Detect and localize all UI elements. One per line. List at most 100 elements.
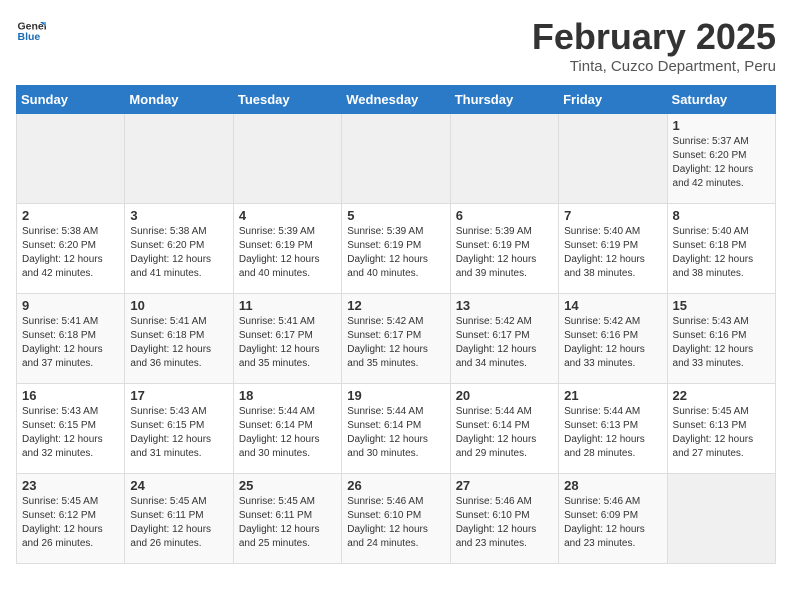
main-title: February 2025: [532, 16, 776, 58]
day-info: Sunrise: 5:43 AM Sunset: 6:15 PM Dayligh…: [130, 405, 227, 461]
day-info: Sunrise: 5:38 AM Sunset: 6:20 PM Dayligh…: [22, 225, 119, 281]
day-info: Sunrise: 5:40 AM Sunset: 6:19 PM Dayligh…: [564, 225, 661, 281]
calendar-table: SundayMondayTuesdayWednesdayThursdayFrid…: [16, 85, 776, 564]
day-info: Sunrise: 5:45 AM Sunset: 6:12 PM Dayligh…: [22, 495, 119, 551]
calendar-cell: 14 Sunrise: 5:42 AM Sunset: 6:16 PM Dayli…: [559, 294, 667, 384]
calendar-cell: 21 Sunrise: 5:44 AM Sunset: 6:13 PM Dayli…: [559, 384, 667, 474]
calendar-cell: 26 Sunrise: 5:46 AM Sunset: 6:10 PM Dayli…: [342, 474, 450, 564]
day-number: 4: [239, 208, 336, 223]
day-number: 7: [564, 208, 661, 223]
calendar-cell: [559, 114, 667, 204]
week-row-2: 2 Sunrise: 5:38 AM Sunset: 6:20 PM Daylig…: [17, 204, 776, 294]
svg-text:Blue: Blue: [18, 31, 41, 43]
calendar-cell: 15 Sunrise: 5:43 AM Sunset: 6:16 PM Dayli…: [667, 294, 775, 384]
calendar-cell: 18 Sunrise: 5:44 AM Sunset: 6:14 PM Dayli…: [233, 384, 341, 474]
day-info: Sunrise: 5:46 AM Sunset: 6:10 PM Dayligh…: [347, 495, 444, 551]
day-number: 22: [673, 388, 770, 403]
week-row-4: 16Sunrise: 5:43 AM Sunset: 6:15 PM Dayli…: [17, 384, 776, 474]
day-info: Sunrise: 5:41 AM Sunset: 6:18 PM Dayligh…: [22, 315, 119, 371]
header-wednesday: Wednesday: [342, 86, 450, 114]
calendar-cell: 9 Sunrise: 5:41 AM Sunset: 6:18 PM Daylig…: [17, 294, 125, 384]
calendar-header-row: SundayMondayTuesdayWednesdayThursdayFrid…: [17, 86, 776, 114]
calendar-cell: 25Sunrise: 5:45 AM Sunset: 6:11 PM Dayli…: [233, 474, 341, 564]
week-row-3: 9 Sunrise: 5:41 AM Sunset: 6:18 PM Daylig…: [17, 294, 776, 384]
day-info: Sunrise: 5:41 AM Sunset: 6:17 PM Dayligh…: [239, 315, 336, 371]
day-info: Sunrise: 5:39 AM Sunset: 6:19 PM Dayligh…: [347, 225, 444, 281]
day-number: 20: [456, 388, 553, 403]
calendar-cell: [450, 114, 558, 204]
day-number: 2: [22, 208, 119, 223]
title-area: February 2025 Tinta, Cuzco Department, P…: [532, 16, 776, 75]
page-header: General Blue February 2025 Tinta, Cuzco …: [16, 16, 776, 75]
calendar-cell: 5Sunrise: 5:39 AM Sunset: 6:19 PM Daylig…: [342, 204, 450, 294]
day-info: Sunrise: 5:41 AM Sunset: 6:18 PM Dayligh…: [130, 315, 227, 371]
calendar-cell: 11 Sunrise: 5:41 AM Sunset: 6:17 PM Dayli…: [233, 294, 341, 384]
day-number: 27: [456, 478, 553, 493]
day-number: 11: [239, 298, 336, 313]
day-number: 24: [130, 478, 227, 493]
day-info: Sunrise: 5:40 AM Sunset: 6:18 PM Dayligh…: [673, 225, 770, 281]
calendar-cell: [233, 114, 341, 204]
day-number: 15: [673, 298, 770, 313]
day-info: Sunrise: 5:44 AM Sunset: 6:14 PM Dayligh…: [347, 405, 444, 461]
day-info: Sunrise: 5:38 AM Sunset: 6:20 PM Dayligh…: [130, 225, 227, 281]
calendar-cell: 28Sunrise: 5:46 AM Sunset: 6:09 PM Dayli…: [559, 474, 667, 564]
calendar-cell: 13Sunrise: 5:42 AM Sunset: 6:17 PM Dayli…: [450, 294, 558, 384]
calendar-cell: 7 Sunrise: 5:40 AM Sunset: 6:19 PM Daylig…: [559, 204, 667, 294]
header-thursday: Thursday: [450, 86, 558, 114]
day-number: 12: [347, 298, 444, 313]
day-number: 23: [22, 478, 119, 493]
header-sunday: Sunday: [17, 86, 125, 114]
calendar-cell: 20 Sunrise: 5:44 AM Sunset: 6:14 PM Dayli…: [450, 384, 558, 474]
week-row-5: 23 Sunrise: 5:45 AM Sunset: 6:12 PM Dayli…: [17, 474, 776, 564]
day-info: Sunrise: 5:37 AM Sunset: 6:20 PM Dayligh…: [673, 135, 770, 191]
day-number: 8: [673, 208, 770, 223]
day-info: Sunrise: 5:42 AM Sunset: 6:16 PM Dayligh…: [564, 315, 661, 371]
calendar-cell: 12 Sunrise: 5:42 AM Sunset: 6:17 PM Dayli…: [342, 294, 450, 384]
calendar-cell: 3 Sunrise: 5:38 AM Sunset: 6:20 PM Daylig…: [125, 204, 233, 294]
day-number: 18: [239, 388, 336, 403]
day-info: Sunrise: 5:44 AM Sunset: 6:13 PM Dayligh…: [564, 405, 661, 461]
day-info: Sunrise: 5:39 AM Sunset: 6:19 PM Dayligh…: [456, 225, 553, 281]
header-saturday: Saturday: [667, 86, 775, 114]
calendar-cell: 24 Sunrise: 5:45 AM Sunset: 6:11 PM Dayli…: [125, 474, 233, 564]
calendar-cell: 23 Sunrise: 5:45 AM Sunset: 6:12 PM Dayli…: [17, 474, 125, 564]
logo-icon: General Blue: [16, 16, 46, 46]
calendar-cell: 17Sunrise: 5:43 AM Sunset: 6:15 PM Dayli…: [125, 384, 233, 474]
calendar-cell: 10 Sunrise: 5:41 AM Sunset: 6:18 PM Dayli…: [125, 294, 233, 384]
calendar-cell: 2 Sunrise: 5:38 AM Sunset: 6:20 PM Daylig…: [17, 204, 125, 294]
day-info: Sunrise: 5:43 AM Sunset: 6:15 PM Dayligh…: [22, 405, 119, 461]
subtitle: Tinta, Cuzco Department, Peru: [532, 58, 776, 75]
day-info: Sunrise: 5:44 AM Sunset: 6:14 PM Dayligh…: [239, 405, 336, 461]
day-number: 10: [130, 298, 227, 313]
calendar-cell: 6Sunrise: 5:39 AM Sunset: 6:19 PM Daylig…: [450, 204, 558, 294]
header-monday: Monday: [125, 86, 233, 114]
calendar-cell: [342, 114, 450, 204]
day-number: 14: [564, 298, 661, 313]
calendar-cell: 8 Sunrise: 5:40 AM Sunset: 6:18 PM Daylig…: [667, 204, 775, 294]
day-info: Sunrise: 5:42 AM Sunset: 6:17 PM Dayligh…: [347, 315, 444, 371]
calendar-cell: 27 Sunrise: 5:46 AM Sunset: 6:10 PM Dayli…: [450, 474, 558, 564]
header-tuesday: Tuesday: [233, 86, 341, 114]
calendar-cell: [667, 474, 775, 564]
calendar-cell: 1Sunrise: 5:37 AM Sunset: 6:20 PM Daylig…: [667, 114, 775, 204]
day-number: 13: [456, 298, 553, 313]
calendar-cell: [17, 114, 125, 204]
day-number: 3: [130, 208, 227, 223]
day-number: 9: [22, 298, 119, 313]
logo: General Blue: [16, 16, 46, 46]
day-info: Sunrise: 5:45 AM Sunset: 6:13 PM Dayligh…: [673, 405, 770, 461]
day-info: Sunrise: 5:46 AM Sunset: 6:10 PM Dayligh…: [456, 495, 553, 551]
day-info: Sunrise: 5:44 AM Sunset: 6:14 PM Dayligh…: [456, 405, 553, 461]
calendar-cell: 16Sunrise: 5:43 AM Sunset: 6:15 PM Dayli…: [17, 384, 125, 474]
day-info: Sunrise: 5:45 AM Sunset: 6:11 PM Dayligh…: [130, 495, 227, 551]
calendar-cell: 22 Sunrise: 5:45 AM Sunset: 6:13 PM Dayli…: [667, 384, 775, 474]
calendar-cell: 19Sunrise: 5:44 AM Sunset: 6:14 PM Dayli…: [342, 384, 450, 474]
header-friday: Friday: [559, 86, 667, 114]
day-number: 21: [564, 388, 661, 403]
day-number: 28: [564, 478, 661, 493]
day-info: Sunrise: 5:43 AM Sunset: 6:16 PM Dayligh…: [673, 315, 770, 371]
day-info: Sunrise: 5:45 AM Sunset: 6:11 PM Dayligh…: [239, 495, 336, 551]
calendar-cell: 4Sunrise: 5:39 AM Sunset: 6:19 PM Daylig…: [233, 204, 341, 294]
day-number: 26: [347, 478, 444, 493]
